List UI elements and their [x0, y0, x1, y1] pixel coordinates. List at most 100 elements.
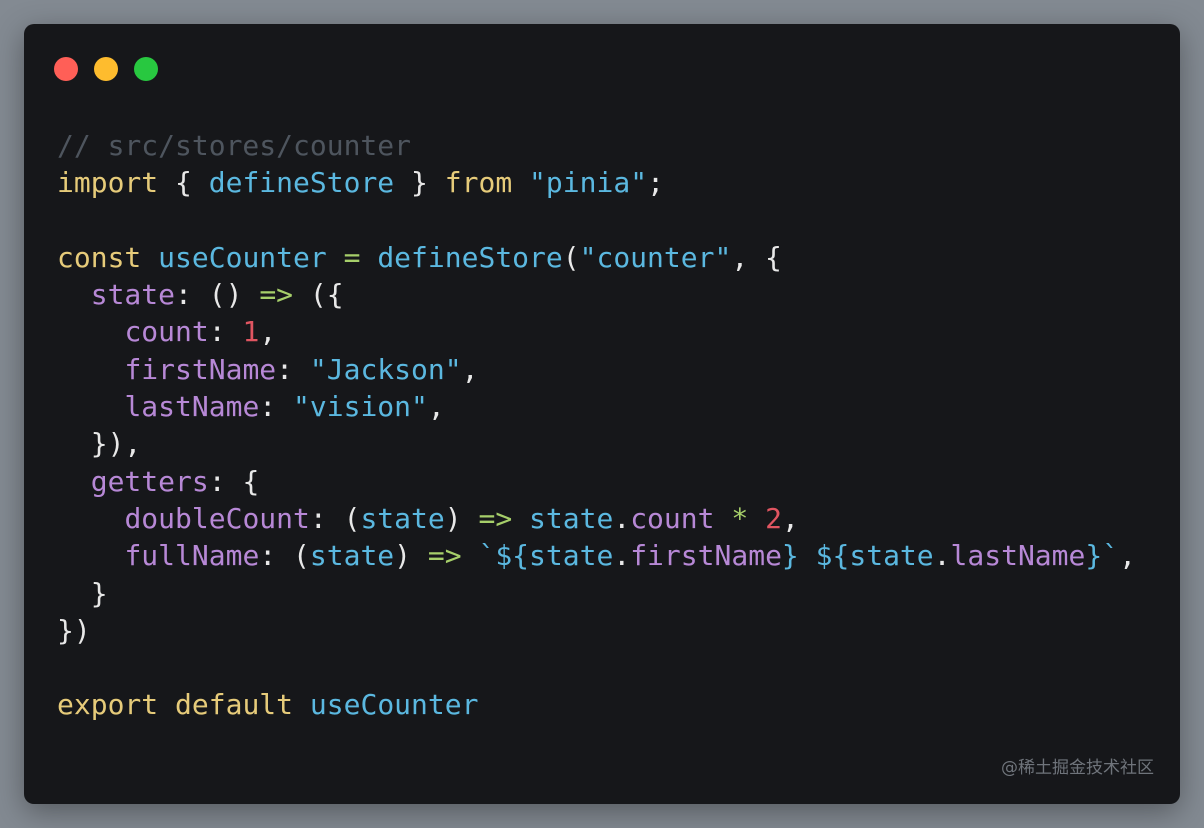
code-line: firstName: "Jackson", [57, 351, 1136, 388]
code-token-punct [512, 166, 529, 199]
code-token-punct: }), [57, 427, 142, 461]
watermark: @稀土掘金技术社区 [1001, 758, 1154, 778]
minimize-button[interactable] [94, 57, 118, 81]
code-line: fullName: (state) => `${state.firstName}… [57, 537, 1136, 574]
code-token-punct: , [1119, 539, 1136, 573]
code-token-keyword: const [57, 240, 142, 274]
code-token-op: * [731, 501, 749, 535]
code-token-punct: , [427, 390, 445, 424]
code-token-string: "Jackson" [309, 352, 462, 386]
code-token-punct: : [208, 315, 243, 349]
code-token-prop: firstName [124, 352, 277, 386]
code-token-punct [327, 241, 344, 274]
code-token-punct: : ( [259, 539, 310, 573]
code-token-string: } [781, 539, 799, 573]
code-token-punct: . [933, 539, 951, 573]
code-token-punct [57, 390, 124, 423]
code-token-punct: . [613, 539, 631, 573]
code-token-ident: state [849, 539, 934, 573]
code-token-prop: count [630, 501, 715, 535]
code-token-number: 1 [242, 315, 260, 349]
code-token-punct: , [259, 315, 277, 349]
code-token-arrow: => [259, 278, 294, 312]
code-token-op: = [343, 240, 361, 274]
code-token-punct: : [259, 390, 294, 424]
window-controls [54, 57, 158, 81]
code-token-punct [57, 502, 124, 535]
code-line: doubleCount: (state) => state.count * 2, [57, 500, 1136, 537]
close-button[interactable] [54, 57, 78, 81]
code-token-ident: useCounter [158, 240, 327, 274]
code-token-keyword: import [57, 166, 159, 200]
code-token-string: }` [1085, 539, 1120, 573]
code-token-punct: } [394, 166, 445, 200]
code-token-punct [57, 465, 91, 498]
code-token-punct: , [461, 352, 479, 386]
code-token-punct: ; [647, 166, 664, 200]
code-token-prop: count [124, 315, 209, 349]
code-token-ident: defineStore [377, 240, 563, 274]
code-token-string: `${ [478, 539, 530, 573]
code-token-punct [512, 502, 529, 535]
code-token-arrow: => [427, 539, 462, 573]
code-token-punct [462, 539, 479, 572]
code-token-punct [293, 688, 310, 721]
code-token-punct: }) [57, 613, 91, 647]
code-token-punct [57, 315, 124, 348]
code-token-punct: ) [394, 539, 428, 573]
code-token-punct: , { [731, 240, 782, 274]
code-block: // src/stores/counter import { defineStor… [57, 127, 1136, 724]
code-line: count: 1, [57, 313, 1136, 350]
code-window: // src/stores/counter import { defineStor… [24, 24, 1180, 804]
code-token-punct: ) [444, 501, 479, 535]
code-token-string: ${ [815, 539, 850, 573]
code-line: export default useCounter [57, 686, 1136, 723]
code-token-arrow: => [478, 501, 513, 535]
code-token-punct [799, 539, 816, 572]
code-line: } [57, 575, 1136, 612]
code-line: import { defineStore } from "pinia"; [57, 164, 1136, 201]
code-token-string: "counter" [579, 240, 732, 274]
code-line: state: () => ({ [57, 276, 1136, 313]
code-line: }) [57, 612, 1136, 649]
code-token-ident: state [529, 539, 614, 573]
code-token-punct: : [276, 352, 310, 386]
zoom-button[interactable] [134, 57, 158, 81]
code-line: getters: { [57, 463, 1136, 500]
code-token-prop: lastName [950, 539, 1086, 573]
code-token-string: "pinia" [529, 166, 648, 200]
code-token-punct: , [781, 501, 799, 535]
code-token-punct: : { [208, 464, 260, 498]
code-token-punct [57, 278, 91, 311]
code-token-prop: lastName [124, 390, 260, 424]
code-token-punct: . [613, 501, 631, 535]
code-token-string: "vision" [293, 390, 428, 424]
code-token-punct [57, 539, 124, 572]
code-token-comment: // src/stores/counter [57, 129, 412, 162]
code-token-punct: : ( [309, 501, 361, 535]
code-token-punct: ( [562, 240, 580, 274]
code-line: // src/stores/counter [57, 127, 1136, 164]
code-token-ident: state [529, 501, 614, 535]
code-token-prop: state [90, 278, 176, 312]
code-token-punct [141, 241, 158, 274]
code-token-punct [715, 502, 732, 535]
code-token-punct [748, 502, 765, 535]
code-token-keyword: export [57, 688, 159, 722]
code-line: }), [57, 425, 1136, 462]
code-token-punct: : () [175, 278, 260, 312]
code-token-ident: state [360, 501, 445, 535]
code-token-punct: ({ [293, 278, 344, 312]
code-line: lastName: "vision", [57, 388, 1136, 425]
code-token-ident: state [309, 539, 395, 573]
code-token-prop: getters [90, 464, 209, 498]
code-token-number: 2 [765, 501, 782, 535]
code-token-keyword: from [444, 166, 513, 200]
code-token-punct [57, 353, 124, 386]
code-line: const useCounter = defineStore("counter"… [57, 239, 1136, 276]
code-token-punct: { [158, 166, 209, 200]
code-token-ident: defineStore [208, 166, 395, 200]
code-token-prop: fullName [124, 539, 260, 573]
